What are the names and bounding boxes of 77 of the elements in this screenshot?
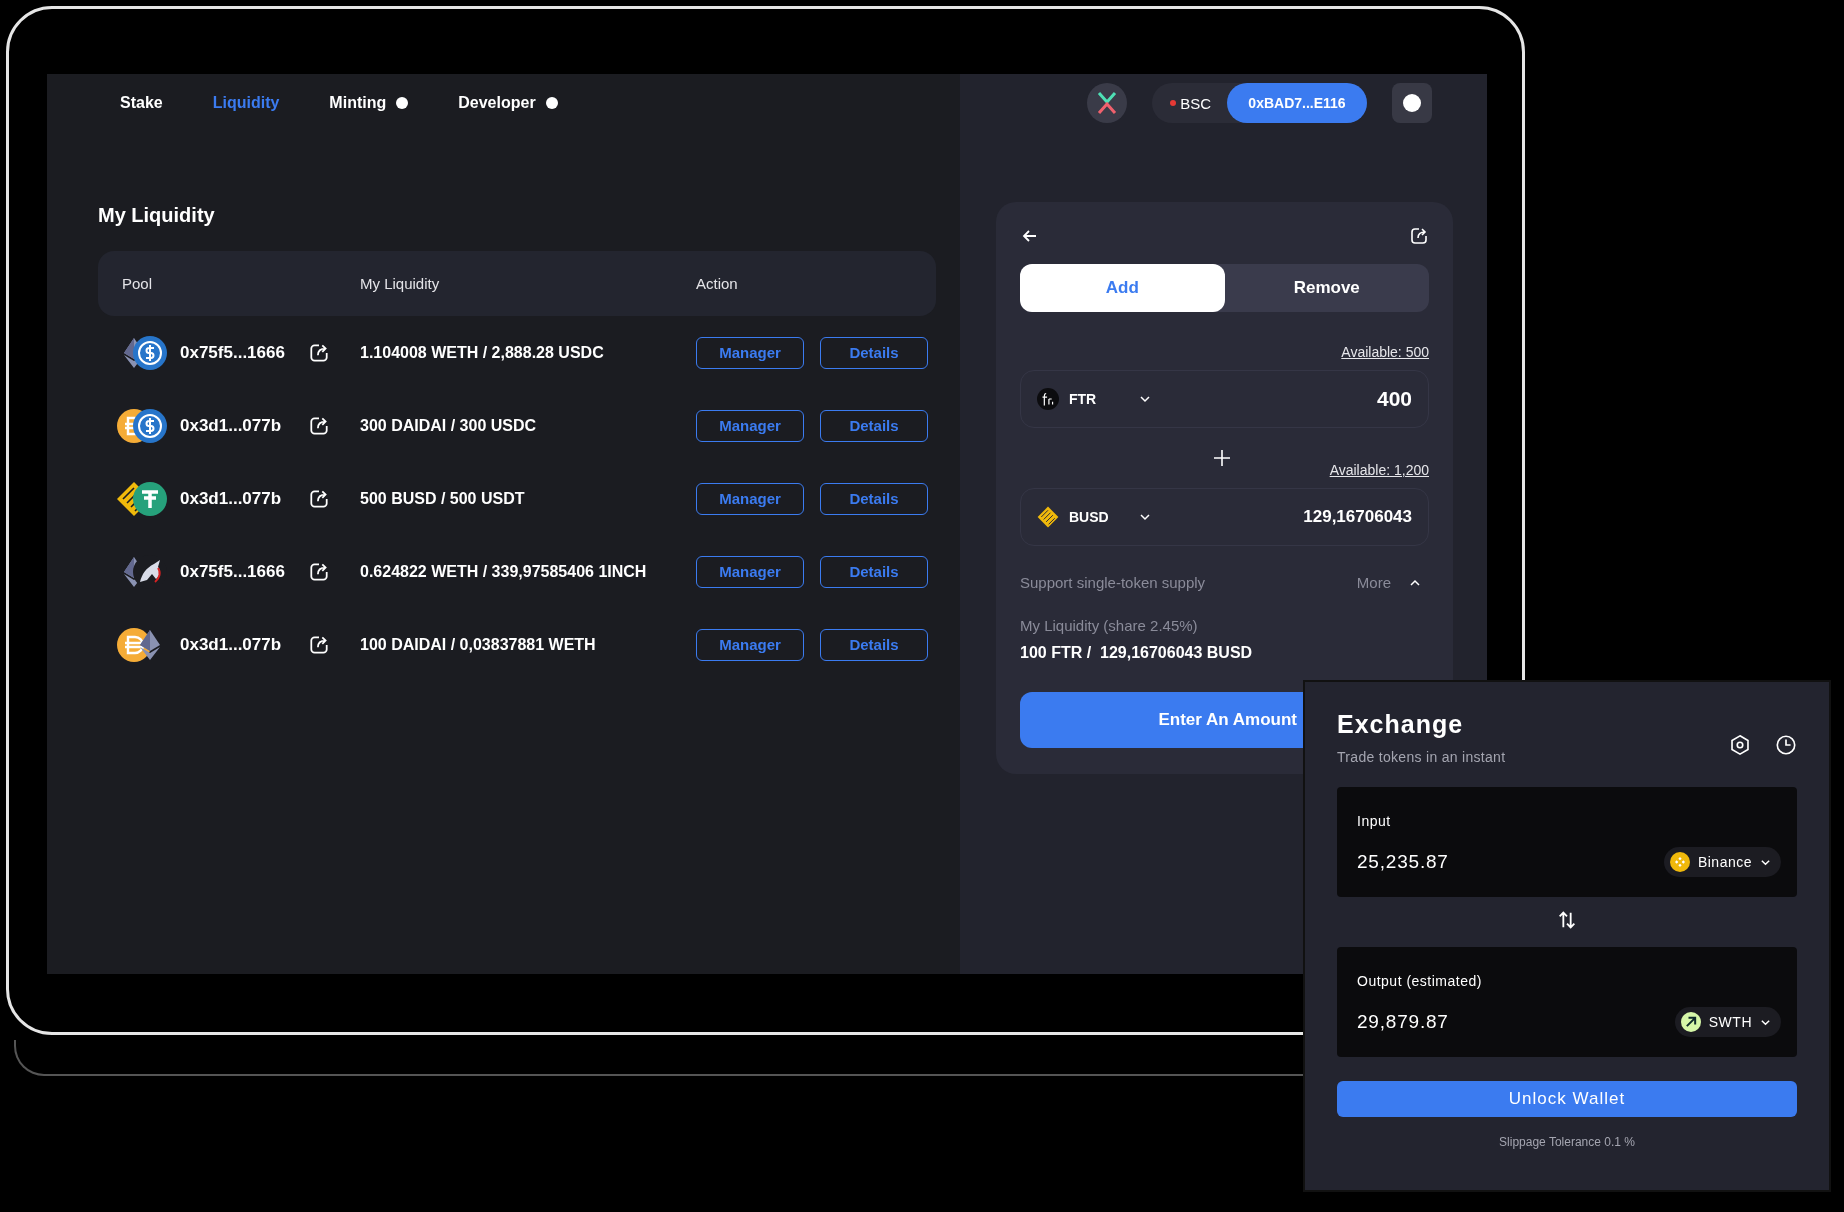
available-link[interactable]: Available: 1,200: [1329, 462, 1429, 478]
share-icon[interactable]: [308, 633, 330, 656]
liquidity-amount: 100 DAIDAI / 0,03837881 WETH: [360, 635, 597, 654]
plus-icon: [1212, 448, 1232, 468]
action-button[interactable]: Manager: [696, 555, 804, 588]
action-button[interactable]: Manager: [696, 409, 804, 442]
exchange-title: Exchange: [1337, 710, 1465, 739]
token-icon: [132, 480, 168, 517]
nav-tab[interactable]: Stake: [120, 94, 163, 112]
pool-address: 0x3d1...077b: [180, 634, 283, 655]
token-icon: [1680, 1012, 1701, 1032]
share-icon[interactable]: [308, 414, 330, 437]
settings-icon[interactable]: [1729, 734, 1751, 756]
slippage-text: Slippage Tolerance 0.1 %: [1498, 1135, 1636, 1149]
amount-label: Output (estimated): [1357, 972, 1483, 989]
support-text: Support single-token supply: [1020, 574, 1206, 591]
pool-address: 0x3d1...077b: [180, 415, 283, 436]
unlock-wallet-button[interactable]: Unlock Wallet: [1337, 1081, 1797, 1117]
amount-value: 400: [1376, 387, 1412, 411]
submit-button[interactable]: Enter An Amount: [1020, 692, 1303, 748]
chevron-down-icon[interactable]: [1139, 393, 1151, 405]
token-icon: [1669, 852, 1690, 872]
pool-address: 0x3d1...077b: [180, 488, 283, 509]
action-button[interactable]: Details: [820, 409, 928, 442]
liquidity-amount: 0.624822 WETH / 339,97585406 1INCH: [360, 562, 648, 581]
token-amount-field[interactable]: FTR 400: [1020, 370, 1429, 428]
wallet-button[interactable]: 0xBAD7...E116: [1227, 83, 1367, 123]
nav-tab[interactable]: Developer: [458, 94, 558, 112]
action-button[interactable]: Details: [820, 555, 928, 588]
amount-label: Input: [1357, 812, 1392, 829]
action-button[interactable]: Details: [820, 336, 928, 369]
network-label: BSC: [1180, 94, 1211, 112]
liquidity-amount: 1.104008 WETH / 2,888.28 USDC: [360, 343, 605, 362]
mode-tab[interactable]: Remove: [1224, 264, 1429, 312]
share-value: 100 FTR / 129,16706043 BUSD: [1020, 644, 1254, 662]
amount-value: 25,235.87: [1357, 851, 1449, 873]
token-name: FTR: [1069, 391, 1098, 407]
section-title: My Liquidity: [98, 204, 216, 227]
share-label: My Liquidity (share 2.45%): [1020, 617, 1199, 634]
action-button[interactable]: Manager: [696, 482, 804, 515]
pool-address: 0x75f5...1666: [180, 342, 286, 363]
column-header: Pool: [121, 275, 154, 292]
swap-arrows-icon[interactable]: [1556, 909, 1578, 931]
nav-tab[interactable]: Minting: [329, 94, 409, 112]
token-icon: [1037, 506, 1059, 528]
nav-tab[interactable]: Liquidity: [212, 94, 280, 112]
action-button[interactable]: Manager: [696, 336, 804, 369]
chevron-down-icon[interactable]: [1139, 511, 1151, 523]
action-button[interactable]: Manager: [696, 628, 804, 661]
share-icon[interactable]: [1409, 226, 1429, 246]
action-button[interactable]: Details: [820, 628, 928, 661]
token-icon: [1037, 388, 1059, 410]
action-button[interactable]: Details: [820, 482, 928, 515]
pool-address: 0x75f5...1666: [180, 561, 286, 582]
liquidity-amount: 500 BUSD / 500 USDT: [360, 489, 526, 508]
theme-toggle[interactable]: [1392, 83, 1432, 123]
x-logo-icon[interactable]: [1087, 83, 1128, 123]
token-icon: [132, 334, 168, 371]
token-name: BUSD: [1069, 509, 1110, 525]
amount-value: 29,879.87: [1357, 1011, 1449, 1033]
more-toggle[interactable]: More: [1356, 574, 1391, 591]
token-icon: [132, 407, 168, 444]
column-header: Action: [696, 275, 738, 292]
liquidity-amount: 300 DAIDAI / 300 USDC: [360, 416, 538, 435]
amount-value: 129,16706043: [1303, 507, 1412, 527]
clock-icon[interactable]: [1775, 734, 1797, 756]
share-icon[interactable]: [308, 560, 330, 583]
token-selector[interactable]: SWTH: [1674, 1007, 1781, 1037]
column-header: My Liquidity: [360, 275, 441, 292]
token-selector[interactable]: Binance: [1663, 847, 1781, 877]
available-link[interactable]: Available: 500: [1341, 344, 1429, 360]
mode-tab[interactable]: Add: [1020, 264, 1225, 312]
share-icon[interactable]: [308, 487, 330, 510]
network-pill[interactable]: BSC 0xBAD7...E116: [1152, 83, 1367, 123]
exchange-subtitle: Trade tokens in an instant: [1337, 749, 1506, 765]
share-icon[interactable]: [308, 341, 330, 364]
token-amount-field[interactable]: BUSD 129,16706043: [1020, 488, 1429, 546]
